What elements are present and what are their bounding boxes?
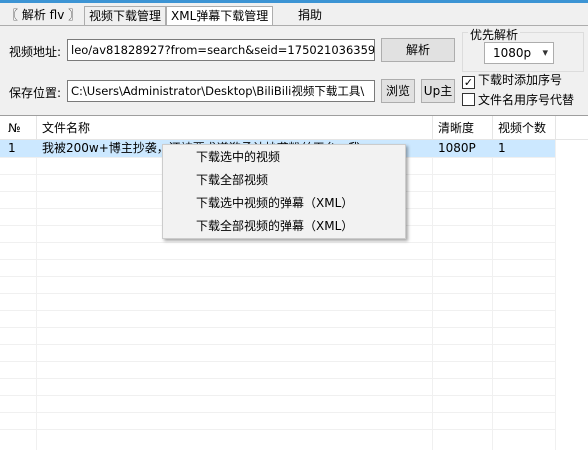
column-header-filename[interactable]: 文件名称 xyxy=(36,116,432,140)
checkbox-sequence-filename-label: 文件名用序号代替 xyxy=(478,93,575,107)
checkbox-checked-icon: ✓ xyxy=(462,76,475,89)
column-header-no[interactable]: № xyxy=(2,116,36,140)
grid-line xyxy=(555,140,556,450)
cell-quality: 1080P xyxy=(438,141,476,155)
list-header: № 文件名称 清晰度 视频个数 xyxy=(0,116,588,140)
tab-bar: 〖 解析 flv 〗 视频下载管理 XML弹幕下载管理 捐助 xyxy=(0,3,588,25)
checkbox-add-sequence[interactable]: ✓ 下载时添加序号 xyxy=(462,72,563,89)
tab-parse-flv[interactable]: 〖 解析 flv 〗 xyxy=(2,6,84,25)
parse-button[interactable]: 解析 xyxy=(381,38,455,62)
checkbox-add-sequence-label: 下载时添加序号 xyxy=(478,73,563,87)
column-header-quality[interactable]: 清晰度 xyxy=(432,116,492,140)
video-url-label: 视频地址: xyxy=(9,45,62,59)
header-divider xyxy=(492,116,493,140)
up-owner-button[interactable]: Up主 xyxy=(421,79,455,103)
checkbox-unchecked-icon xyxy=(462,93,475,106)
menu-item-download-all-videos[interactable]: 下载全部视频 xyxy=(196,169,268,191)
grid-line xyxy=(0,259,555,260)
cell-no: 1 xyxy=(8,141,16,155)
grid-line xyxy=(36,140,37,450)
resolution-value: 1080p xyxy=(493,46,532,60)
cell-count: 1 xyxy=(498,141,506,155)
menu-item-download-selected-video[interactable]: 下载选中的视频 xyxy=(196,146,280,168)
browse-button[interactable]: 浏览 xyxy=(381,79,415,103)
grid-line xyxy=(0,395,555,396)
save-location-label: 保存位置: xyxy=(9,86,62,100)
grid-line xyxy=(492,140,493,450)
grid-line xyxy=(0,412,555,413)
grid-line xyxy=(432,140,433,450)
tab-video-download-manager[interactable]: 视频下载管理 xyxy=(84,6,167,25)
column-header-count[interactable]: 视频个数 xyxy=(492,116,555,140)
grid-line xyxy=(0,361,555,362)
tab-xml-danmaku-manager[interactable]: XML弹幕下载管理 xyxy=(166,6,274,25)
video-url-input[interactable]: leo/av81828927?from=search&seid=17502103… xyxy=(67,39,375,61)
grid-line xyxy=(0,242,555,243)
grid-line xyxy=(0,344,555,345)
menu-item-download-selected-danmaku[interactable]: 下载选中视频的弹幕（XML） xyxy=(196,192,353,214)
grid-line xyxy=(0,378,555,379)
grid-line xyxy=(0,327,555,328)
resolution-select[interactable]: 1080p ▾ xyxy=(484,42,554,64)
header-divider xyxy=(555,116,556,140)
menu-item-download-all-danmaku[interactable]: 下载全部视频的弹幕（XML） xyxy=(196,215,353,237)
input-panel: 视频地址: leo/av81828927?from=search&seid=17… xyxy=(0,25,588,115)
priority-parse-title: 优先解析 xyxy=(468,26,521,43)
tab-donate[interactable]: 捐助 xyxy=(294,6,326,25)
header-divider xyxy=(432,116,433,140)
grid-line xyxy=(0,293,555,294)
context-menu: 下载选中的视频 下载全部视频 下载选中视频的弹幕（XML） 下载全部视频的弹幕（… xyxy=(162,144,406,239)
checkbox-sequence-filename[interactable]: 文件名用序号代替 xyxy=(462,92,574,108)
save-path-input[interactable]: C:\Users\Administrator\Desktop\BiliBili视… xyxy=(67,80,375,102)
grid-line xyxy=(0,276,555,277)
header-divider xyxy=(36,116,37,140)
grid-line xyxy=(0,429,555,430)
grid-line xyxy=(0,310,555,311)
chevron-down-icon: ▾ xyxy=(542,46,548,59)
